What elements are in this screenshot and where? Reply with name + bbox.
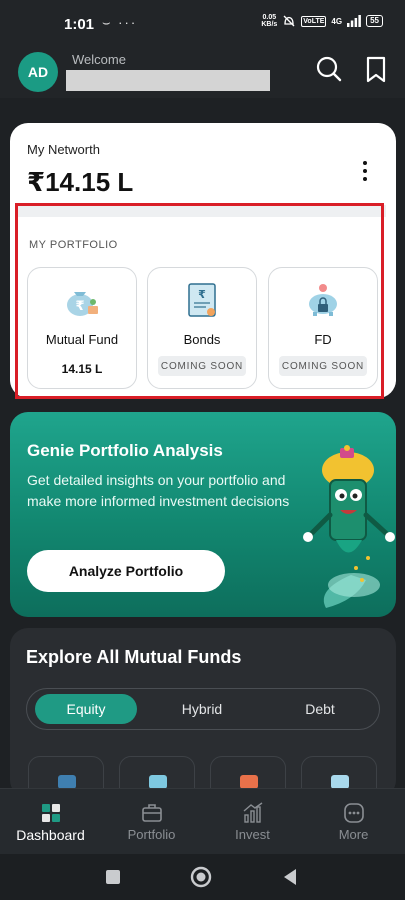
piggy-bank-icon: [309, 284, 337, 316]
fd-label: FD: [314, 332, 332, 347]
app-header: AD Welcome: [0, 44, 405, 98]
mutual-fund-value: 14.15 L: [61, 362, 103, 376]
invest-chart-icon: [243, 802, 262, 823]
system-navigation-bar: [0, 854, 405, 900]
bonds-card[interactable]: ₹ Bonds COMING SOON: [147, 267, 257, 389]
more-options-icon[interactable]: [360, 161, 370, 181]
bookmark-icon[interactable]: [362, 54, 392, 84]
tab-hybrid[interactable]: Hybrid: [151, 694, 253, 724]
explore-mutual-funds-card: Explore All Mutual Funds Equity Hybrid D…: [10, 628, 396, 798]
status-notification-icons: ⌣ ···: [102, 15, 138, 30]
search-icon[interactable]: [314, 54, 344, 84]
triangle-back-icon: [284, 869, 296, 885]
square-icon: [106, 870, 120, 884]
fund-icon: [240, 775, 258, 789]
nav-label: More: [338, 827, 369, 842]
back-button[interactable]: [279, 866, 301, 888]
nav-portfolio[interactable]: Portfolio: [101, 789, 202, 855]
network-type: 4G: [331, 16, 343, 26]
coming-soon-badge: COMING SOON: [279, 356, 367, 376]
nav-dashboard[interactable]: Dashboard: [0, 789, 101, 855]
mutual-fund-label: Mutual Fund: [45, 332, 119, 347]
coming-soon-badge: COMING SOON: [158, 356, 246, 376]
analyze-portfolio-button[interactable]: Analyze Portfolio: [27, 550, 225, 592]
bond-certificate-icon: ₹: [188, 283, 216, 317]
fund-icon: [149, 775, 167, 789]
fund-category-tabs: Equity Hybrid Debt: [26, 688, 380, 730]
nav-invest[interactable]: Invest: [202, 789, 303, 855]
more-icon: [343, 803, 364, 823]
fund-icon: [58, 775, 76, 789]
status-indicators: 0.05 KB/s VoLTE 4G 55: [261, 14, 383, 28]
volte-badge: VoLTE: [301, 15, 327, 27]
genie-portfolio-analysis-card: Genie Portfolio Analysis Get detailed in…: [10, 412, 396, 617]
welcome-text: Welcome: [72, 52, 126, 67]
briefcase-icon: [141, 804, 162, 822]
networth-value: ₹14.15 L: [27, 167, 134, 197]
alarm-off-icon: [283, 15, 295, 27]
tab-debt[interactable]: Debt: [269, 694, 371, 724]
status-time: 1:01: [64, 16, 95, 33]
redacted-user-name: [66, 70, 270, 91]
circle-icon: [190, 866, 212, 888]
genie-description: Get detailed insights on your portfolio …: [27, 472, 290, 509]
genie-mascot-illustration: [303, 445, 395, 608]
dashboard-icon: [41, 804, 60, 822]
nav-label: Portfolio: [127, 827, 176, 842]
tab-equity[interactable]: Equity: [35, 694, 137, 724]
nav-label: Dashboard: [16, 827, 85, 843]
status-bar: 1:01 ⌣ ··· 0.05 KB/s VoLTE 4G 55: [0, 0, 405, 44]
battery-icon: 55: [366, 15, 383, 27]
portfolio-title: MY PORTFOLIO: [29, 239, 118, 251]
nav-label: Invest: [235, 827, 270, 842]
fd-card[interactable]: FD COMING SOON: [268, 267, 378, 389]
svg-text:₹: ₹: [75, 299, 84, 314]
bottom-navigation: Dashboard Portfolio Invest More: [0, 788, 405, 854]
money-bag-icon: ₹: [67, 292, 98, 316]
mutual-fund-card[interactable]: ₹ Mutual Fund 14.15 L: [27, 267, 137, 389]
net-speed: 0.05 KB/s: [261, 14, 278, 28]
fund-icon: [331, 775, 349, 789]
home-button[interactable]: [190, 866, 212, 888]
signal-icon: [347, 15, 361, 27]
networth-label: My Networth: [27, 142, 100, 157]
bonds-label: Bonds: [183, 332, 221, 347]
avatar[interactable]: AD: [18, 52, 58, 92]
genie-title: Genie Portfolio Analysis: [27, 441, 223, 460]
explore-title: Explore All Mutual Funds: [26, 647, 242, 667]
svg-text:₹: ₹: [198, 288, 206, 301]
nav-more[interactable]: More: [303, 789, 404, 855]
recent-apps-button[interactable]: [102, 866, 124, 888]
